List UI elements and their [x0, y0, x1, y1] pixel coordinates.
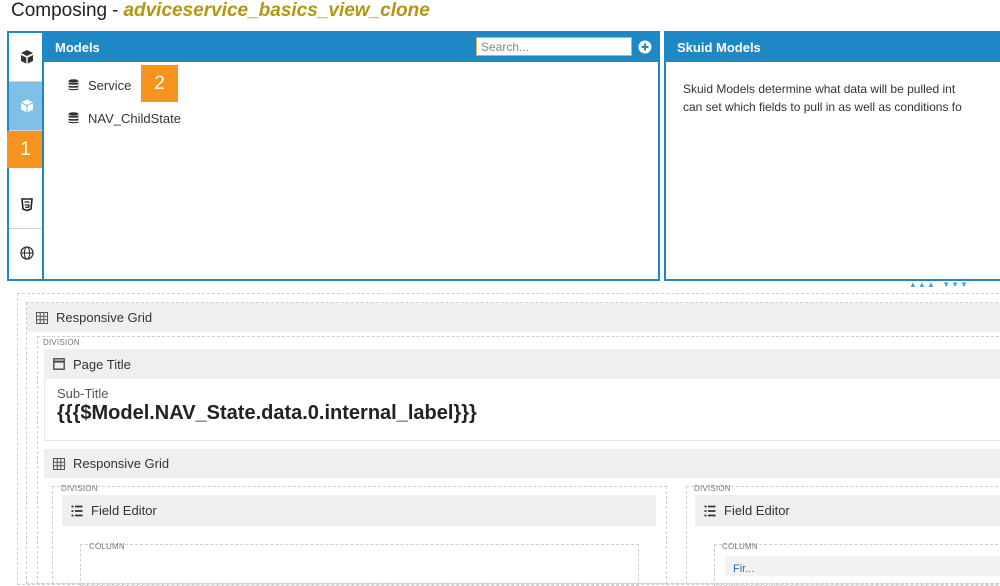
info-panel-title: Skuid Models	[677, 40, 761, 55]
header-label: Composing	[11, 0, 108, 21]
info-panel-text: Skuid Models determine what data will be…	[683, 80, 1000, 116]
info-line-1: Skuid Models determine what data will be…	[683, 82, 956, 96]
field-editor-left-header[interactable]: Field Editor	[62, 495, 656, 526]
database-icon	[68, 79, 79, 91]
step-badge-1: 1	[7, 131, 44, 168]
expand-up-icon: ▲▲▲	[909, 280, 936, 289]
column-tag: COLUMN	[722, 542, 758, 551]
models-panel: Models Service NAV_ChildState	[42, 31, 660, 281]
list-icon	[704, 505, 716, 516]
models-panel-title: Models	[55, 40, 100, 55]
models-button[interactable]	[9, 82, 44, 131]
components-button[interactable]	[9, 33, 44, 82]
info-panel-header: Skuid Models	[666, 33, 1000, 62]
window-icon	[53, 358, 65, 370]
column-left	[80, 544, 639, 586]
component-label: Responsive Grid	[56, 310, 153, 325]
model-item-nav-childstate[interactable]: NAV_ChildState	[68, 110, 181, 126]
models-panel-header: Models	[44, 33, 658, 62]
component-label: Page Title	[73, 356, 131, 372]
skuid-models-info-panel: Skuid Models Skuid Models determine what…	[664, 31, 1000, 281]
field-label: Fir...	[733, 563, 755, 575]
globe-icon	[19, 246, 34, 260]
grid-icon	[53, 457, 65, 470]
collapse-down-icon: ▼▼▼	[942, 280, 969, 289]
responsive-grid-header[interactable]: Responsive Grid	[27, 303, 1000, 332]
resources-button[interactable]	[9, 229, 44, 277]
field-editor-right-header[interactable]: Field Editor	[695, 495, 1000, 526]
page-title-merge-text: {{{$Model.NAV_State.data.0.internal_labe…	[57, 402, 477, 424]
page-name: adviceservice_basics_view_clone	[123, 0, 430, 21]
model-item-service[interactable]: Service	[68, 77, 131, 93]
column-tag: COLUMN	[89, 542, 125, 551]
field-row[interactable]	[725, 556, 1000, 576]
page-subtitle: Sub-Title	[57, 386, 109, 401]
component-label: Field Editor	[724, 503, 790, 518]
database-icon	[68, 112, 79, 124]
model-item-label: NAV_ChildState	[88, 110, 181, 126]
list-icon	[71, 505, 83, 516]
division-tag: DIVISION	[694, 484, 731, 493]
cube-stack-icon	[20, 50, 33, 64]
model-search-input[interactable]	[476, 37, 632, 56]
component-label: Field Editor	[91, 503, 157, 518]
css-button[interactable]	[9, 180, 44, 229]
responsive-grid-inner-header[interactable]: Responsive Grid	[44, 449, 1000, 478]
model-item-label: Service	[88, 77, 132, 93]
cube-icon	[20, 99, 33, 113]
division-tag: DIVISION	[43, 338, 80, 347]
grid-icon	[36, 311, 48, 324]
step-badge-2: 2	[141, 65, 178, 102]
css-icon	[20, 198, 33, 212]
component-label: Responsive Grid	[73, 456, 170, 471]
page-header: Composing - adviceservice_basics_view_clon…	[11, 0, 430, 22]
add-model-icon[interactable]	[638, 40, 652, 54]
page-title-header[interactable]: Page Title	[44, 349, 1000, 379]
division-tag: DIVISION	[61, 484, 98, 493]
header-separator: -	[112, 0, 119, 21]
info-line-2: can set which fields to pull in as well …	[683, 100, 962, 114]
panel-resize-handle[interactable]: ▲▲▲ ▼▼▼	[909, 280, 969, 289]
